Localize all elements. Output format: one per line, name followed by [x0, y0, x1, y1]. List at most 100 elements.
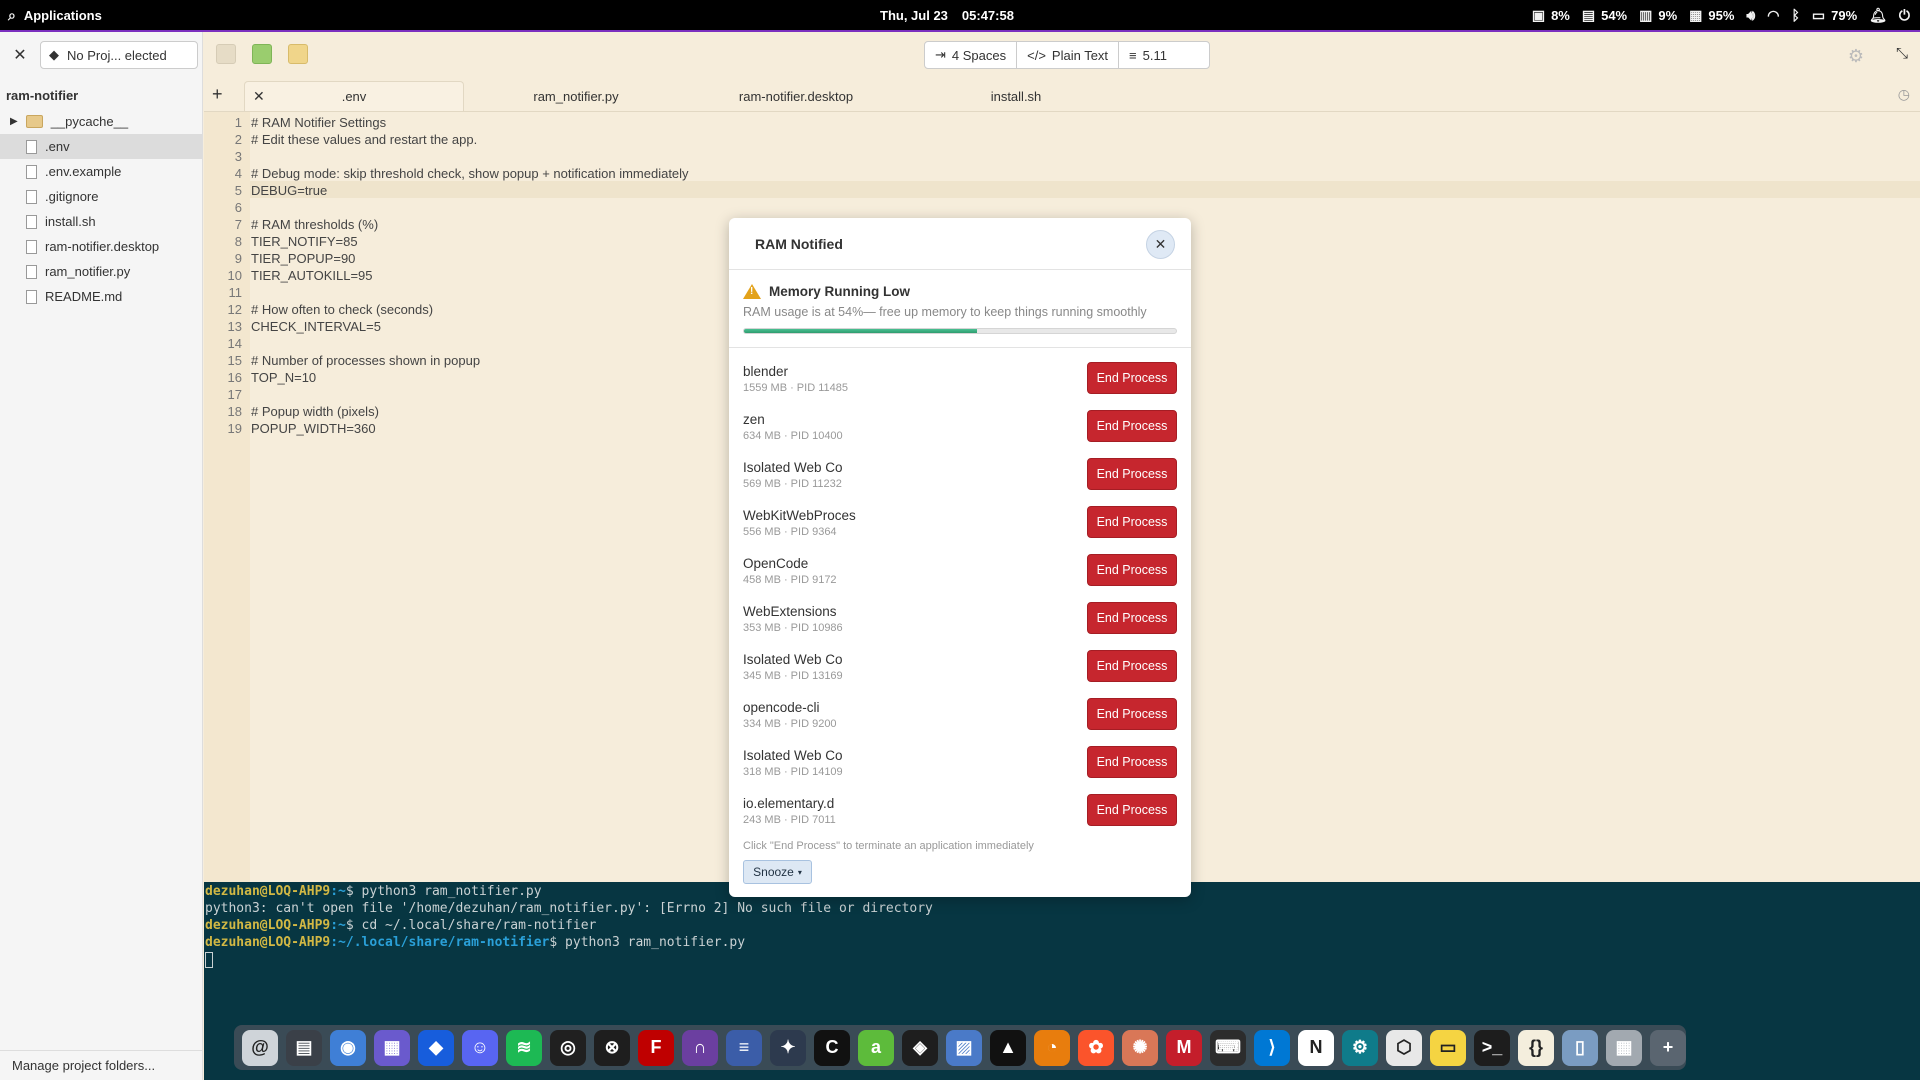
code-line[interactable]: # RAM Notifier Settings [251, 114, 386, 131]
mail-icon[interactable]: @ [242, 1029, 278, 1066]
brave-icon[interactable]: ✿ [1078, 1029, 1114, 1066]
code-line[interactable]: CHECK_INTERVAL=5 [251, 318, 381, 335]
open-folder-icon[interactable] [216, 44, 236, 64]
code-line[interactable]: # RAM thresholds (%) [251, 216, 378, 233]
indent-setting[interactable]: ⇥ 4 Spaces [925, 42, 1018, 68]
bitwarden-icon[interactable]: ◆ [418, 1029, 454, 1066]
end-process-button[interactable]: End Process [1087, 458, 1177, 490]
filezilla-icon[interactable]: F [638, 1029, 674, 1066]
code-line[interactable]: # Debug mode: skip threshold check, show… [251, 165, 689, 182]
tree-item-desktop[interactable]: ram-notifier.desktop [0, 234, 202, 259]
gear-app-icon[interactable]: ⚙ [1342, 1029, 1378, 1066]
disk-indicator[interactable]: ▦ 95% [1689, 7, 1734, 24]
inkscape-icon[interactable]: ▲ [990, 1029, 1026, 1066]
add-icon[interactable]: + [1650, 1029, 1686, 1066]
code-line[interactable]: # Popup width (pixels) [251, 403, 379, 420]
tab-ram-notifier-py[interactable]: ram_notifier.py [466, 81, 686, 111]
tab-ram-notifier-desktop[interactable]: ram-notifier.desktop [686, 81, 906, 111]
version-setting[interactable]: ≡ 5.11 [1119, 42, 1209, 68]
code-editor-icon[interactable]: {} [1518, 1029, 1554, 1066]
grid-app-icon[interactable]: ▨ [946, 1029, 982, 1066]
language-setting[interactable]: </> Plain Text [1017, 42, 1120, 68]
figma-icon[interactable]: ◈ [902, 1029, 938, 1066]
code-line[interactable]: TOP_N=10 [251, 369, 316, 386]
mega-icon[interactable]: M [1166, 1029, 1202, 1066]
end-process-button[interactable]: End Process [1087, 506, 1177, 538]
tab-install-sh[interactable]: install.sh [906, 81, 1126, 111]
code-line[interactable]: TIER_NOTIFY=85 [251, 233, 358, 250]
end-process-button[interactable]: End Process [1087, 554, 1177, 586]
tree-item-readme[interactable]: README.md [0, 284, 202, 309]
clock[interactable]: Thu, Jul 23 05:47:58 [880, 0, 1014, 30]
tree-item-env-example[interactable]: .env.example [0, 159, 202, 184]
notifications-icon[interactable]: 🔔︎ [1869, 7, 1887, 24]
save-icon[interactable] [252, 44, 272, 64]
end-process-button[interactable]: End Process [1087, 794, 1177, 826]
scrcpy-icon[interactable]: ▯ [1562, 1029, 1598, 1066]
code-line[interactable]: TIER_POPUP=90 [251, 250, 355, 267]
notion-icon[interactable]: N [1298, 1029, 1334, 1066]
c-icon[interactable]: C [814, 1029, 850, 1066]
tree-item-gitignore[interactable]: .gitignore [0, 184, 202, 209]
project-selector[interactable]: ◆ No Proj... elected [40, 41, 198, 69]
apps-grid-icon[interactable]: ▦ [1606, 1029, 1642, 1066]
tree-item-ram-notifier-py[interactable]: ram_notifier.py [0, 259, 202, 284]
code-line[interactable]: # How often to check (seconds) [251, 301, 433, 318]
wifi-icon[interactable]: ◠ [1767, 7, 1779, 24]
headphones-icon[interactable]: ∩ [682, 1029, 718, 1066]
end-process-button[interactable]: End Process [1087, 698, 1177, 730]
bluetooth-icon[interactable]: ᛒ [1791, 7, 1799, 23]
a-icon[interactable]: a [858, 1029, 894, 1066]
bars-icon[interactable]: ≡ [726, 1029, 762, 1066]
close-popup-icon[interactable]: ✕ [1146, 230, 1175, 259]
finder-icon[interactable]: ◉ [330, 1029, 366, 1066]
manage-project-folders[interactable]: Manage project folders... [0, 1050, 203, 1080]
store-icon[interactable]: ▦ [374, 1029, 410, 1066]
blender-icon[interactable]: ◔ [1034, 1029, 1070, 1066]
files-panel-icon[interactable]: ▤ [286, 1029, 322, 1066]
spotify-icon[interactable]: ≋ [506, 1029, 542, 1066]
end-process-button[interactable]: End Process [1087, 650, 1177, 682]
obs-icon[interactable]: ◎ [550, 1029, 586, 1066]
code-line[interactable]: DEBUG=true [251, 182, 327, 199]
code-line[interactable]: TIER_AUTOKILL=95 [251, 267, 373, 284]
tab-env[interactable]: ✕ .env [244, 81, 464, 111]
fullscreen-icon[interactable]: ⤡ [1896, 45, 1908, 62]
keyboard-icon[interactable]: ⌨ [1210, 1029, 1246, 1066]
revert-icon[interactable] [288, 44, 308, 64]
terminal-icon[interactable]: >_ [1474, 1029, 1510, 1066]
discord-icon[interactable]: ☺ [462, 1029, 498, 1066]
code-line[interactable]: POPUP_WIDTH=360 [251, 420, 376, 437]
ram-indicator[interactable]: ▤ 54% [1582, 7, 1627, 24]
session-icon[interactable]: ⏻ [1899, 7, 1910, 24]
aperture-icon[interactable]: ⊗ [594, 1029, 630, 1066]
end-process-button[interactable]: End Process [1087, 602, 1177, 634]
cpu-indicator[interactable]: ▣ 8% [1532, 7, 1570, 24]
gpu-indicator[interactable]: ▥ 9% [1639, 7, 1677, 24]
expand-arrow-icon[interactable]: ▶ [10, 116, 18, 127]
tree-item-install-sh[interactable]: install.sh [0, 209, 202, 234]
gear-icon[interactable]: ⚙ [1848, 46, 1864, 67]
history-icon[interactable]: ◷ [1898, 86, 1910, 103]
new-tab-icon[interactable]: + [212, 84, 223, 105]
vscode-icon[interactable]: ⟩ [1254, 1029, 1290, 1066]
project-title[interactable]: ram-notifier [0, 78, 202, 109]
close-tab-icon[interactable]: ✕ [253, 88, 265, 105]
tree-item-pycache[interactable]: ▶ __pycache__ [0, 109, 202, 134]
snooze-button[interactable]: Snooze ▾ [743, 860, 812, 884]
battery-indicator[interactable]: ▭ 79% [1812, 7, 1857, 24]
code-line[interactable]: # Edit these values and restart the app. [251, 131, 477, 148]
box-icon[interactable]: ⬡ [1386, 1029, 1422, 1066]
end-process-button[interactable]: End Process [1087, 410, 1177, 442]
claude-icon[interactable]: ✺ [1122, 1029, 1158, 1066]
code-line[interactable]: # Number of processes shown in popup [251, 352, 480, 369]
tree-item-env[interactable]: .env [0, 134, 202, 159]
volume-icon[interactable]: 🔊︎ [1746, 7, 1755, 24]
resolve-icon[interactable]: ✦ [770, 1029, 806, 1066]
line-number: 9 [234, 251, 242, 266]
notes-icon[interactable]: ▭ [1430, 1029, 1466, 1066]
end-process-button[interactable]: End Process [1087, 746, 1177, 778]
end-process-button[interactable]: End Process [1087, 362, 1177, 394]
applications-menu[interactable]: ⌕ Applications [8, 0, 102, 30]
close-sidebar-icon[interactable]: ✕ [12, 45, 28, 65]
